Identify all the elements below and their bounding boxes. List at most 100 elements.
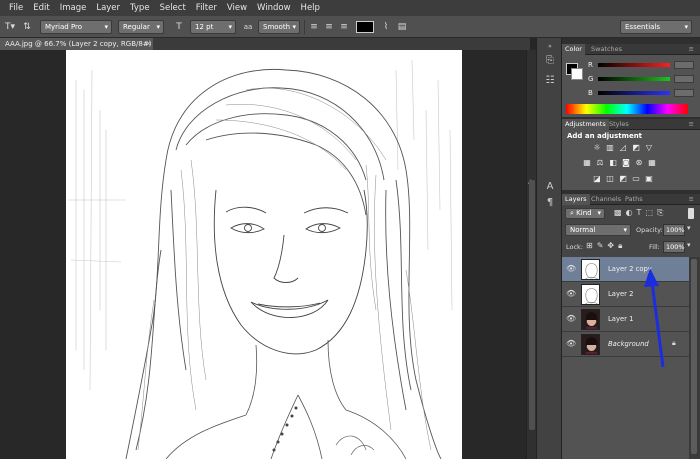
filter-smart-object-icon[interactable]: ⎘ [657,208,663,218]
antialias-select[interactable]: Smooth [258,20,300,34]
levels-icon[interactable]: ▥ [605,143,615,153]
annotation-arrow [644,268,665,368]
panel-menu-icon[interactable]: ≡ [686,194,697,205]
color-balance-icon[interactable]: ⚖ [595,158,605,168]
character-panel-icon[interactable]: A [542,180,558,194]
scrollbar-thumb[interactable] [691,259,697,454]
text-color-swatch[interactable] [356,21,374,33]
menu-image[interactable]: Image [55,3,92,13]
vibrance-icon[interactable]: ▽ [644,143,654,153]
background-color-swatch[interactable] [571,68,583,80]
close-document-icon[interactable]: × [145,38,152,50]
properties-panel-icon[interactable]: ☷ [542,74,558,88]
tab-adjustments[interactable]: Adjustments [562,119,609,130]
filter-type-icon[interactable]: T [637,208,642,218]
pencil-sketch-canvas[interactable] [66,50,462,459]
opacity-dropdown-icon[interactable]: ▾ [687,224,691,232]
threshold-icon[interactable]: ◩ [618,174,628,184]
toggle-orientation-icon[interactable]: ⇅ [20,20,34,34]
layer-thumbnail [581,259,600,280]
blue-slider[interactable] [598,91,670,95]
fill-field[interactable]: 100% [663,241,685,253]
history-panel-icon[interactable]: ⎘ [542,54,558,68]
eye-icon[interactable]: 👁︎ [566,339,576,348]
photo-thumbnail-image [582,310,599,329]
red-slider[interactable] [598,63,670,67]
font-family-select[interactable]: Myriad Pro [40,20,112,34]
antialias-icon: aa [243,23,253,31]
eye-icon[interactable]: 👁︎ [566,314,576,323]
tab-styles[interactable]: Styles [606,119,632,130]
hue-saturation-icon[interactable]: ▦ [582,158,592,168]
warp-text-icon[interactable]: ⌇ [379,20,393,34]
menu-help[interactable]: Help [296,3,325,13]
align-left-icon[interactable]: ≡ [307,20,321,34]
posterize-icon[interactable]: ◫ [605,174,615,184]
red-value-field[interactable] [674,61,694,69]
opacity-field[interactable]: 100% [663,224,685,236]
menu-edit[interactable]: Edit [28,3,54,13]
curves-icon[interactable]: ◿ [618,143,628,153]
filter-toggle[interactable] [688,208,694,219]
fill-dropdown-icon[interactable]: ▾ [687,241,691,249]
panel-menu-icon[interactable]: ≡ [686,44,697,55]
lock-transparent-icon[interactable]: ⊞ [586,241,593,251]
font-style-select[interactable]: Regular [118,20,164,34]
adjustments-row-2: ▦ ⚖ ◧ ◙ ⊛ ▦ [582,158,657,168]
green-slider[interactable] [598,77,670,81]
menu-file[interactable]: File [4,3,28,13]
tab-channels[interactable]: Channels [588,194,624,205]
exposure-icon[interactable]: ◩ [631,143,641,153]
layer-thumbnail [581,284,600,305]
divider [304,20,305,34]
align-center-icon[interactable]: ≡ [322,20,336,34]
blue-value-field[interactable] [674,89,694,97]
align-right-icon[interactable]: ≡ [337,20,351,34]
workspace-select[interactable]: Essentials [620,20,692,34]
lock-position-icon[interactable]: ✥ [607,241,614,251]
menu-select[interactable]: Select [155,3,191,13]
font-size-icon: T [176,22,182,32]
menu-layer[interactable]: Layer [91,3,125,13]
tab-color[interactable]: Color [562,44,585,55]
brightness-contrast-icon[interactable]: ☼ [592,143,602,153]
gradient-map-icon[interactable]: ▭ [631,174,641,184]
menu-window[interactable]: Window [252,3,296,13]
tab-swatches[interactable]: Swatches [588,44,625,55]
menu-view[interactable]: View [222,3,252,13]
character-panel-icon[interactable]: ▤ [395,20,409,34]
document-tab[interactable]: AAA.jpg @ 66.7% (Layer 2 copy, RGB/8#) * [0,38,153,60]
channel-mixer-icon[interactable]: ⊛ [634,158,644,168]
canvas-vertical-scrollbar[interactable]: ▲ [526,50,536,459]
layer-list-scrollbar[interactable] [689,257,700,459]
red-channel-row: R [588,61,698,70]
font-size-select[interactable]: 12 pt [190,20,236,34]
filter-shape-icon[interactable]: ⬚ [645,208,653,218]
eye-icon[interactable]: 👁︎ [566,264,576,273]
menu-bar: File Edit Image Layer Type Select Filter… [0,0,700,16]
filter-adjustment-icon[interactable]: ◐ [626,208,633,218]
menu-type[interactable]: Type [125,3,155,13]
type-tool-preset-icon[interactable]: T▾ [3,20,17,34]
lock-all-icon[interactable]: 🔒︎ [618,241,622,251]
photo-filter-icon[interactable]: ◙ [621,158,631,168]
green-value-field[interactable] [674,75,694,83]
scrollbar-thumb[interactable] [529,180,535,430]
selective-color-icon[interactable]: ▣ [644,174,654,184]
lock-pixels-icon[interactable]: ✎ [597,241,604,251]
filter-kind-label: Kind [576,209,592,217]
layer-filter-select[interactable]: ⌕ Kind [565,208,605,219]
invert-icon[interactable]: ◪ [592,174,602,184]
color-lookup-icon[interactable]: ▦ [647,158,657,168]
color-spectrum-ramp[interactable] [566,104,688,114]
paragraph-panel-icon[interactable]: ¶ [542,196,558,210]
blend-mode-select[interactable]: Normal [565,224,631,236]
collapse-icon[interactable]: » [542,40,558,54]
tab-paths[interactable]: Paths [622,194,646,205]
tab-layers[interactable]: Layers [562,194,590,205]
menu-filter[interactable]: Filter [191,3,222,13]
black-white-icon[interactable]: ◧ [608,158,618,168]
panel-menu-icon[interactable]: ≡ [686,119,697,130]
eye-icon[interactable]: 👁︎ [566,289,576,298]
filter-pixel-icon[interactable]: ▩ [614,208,622,218]
